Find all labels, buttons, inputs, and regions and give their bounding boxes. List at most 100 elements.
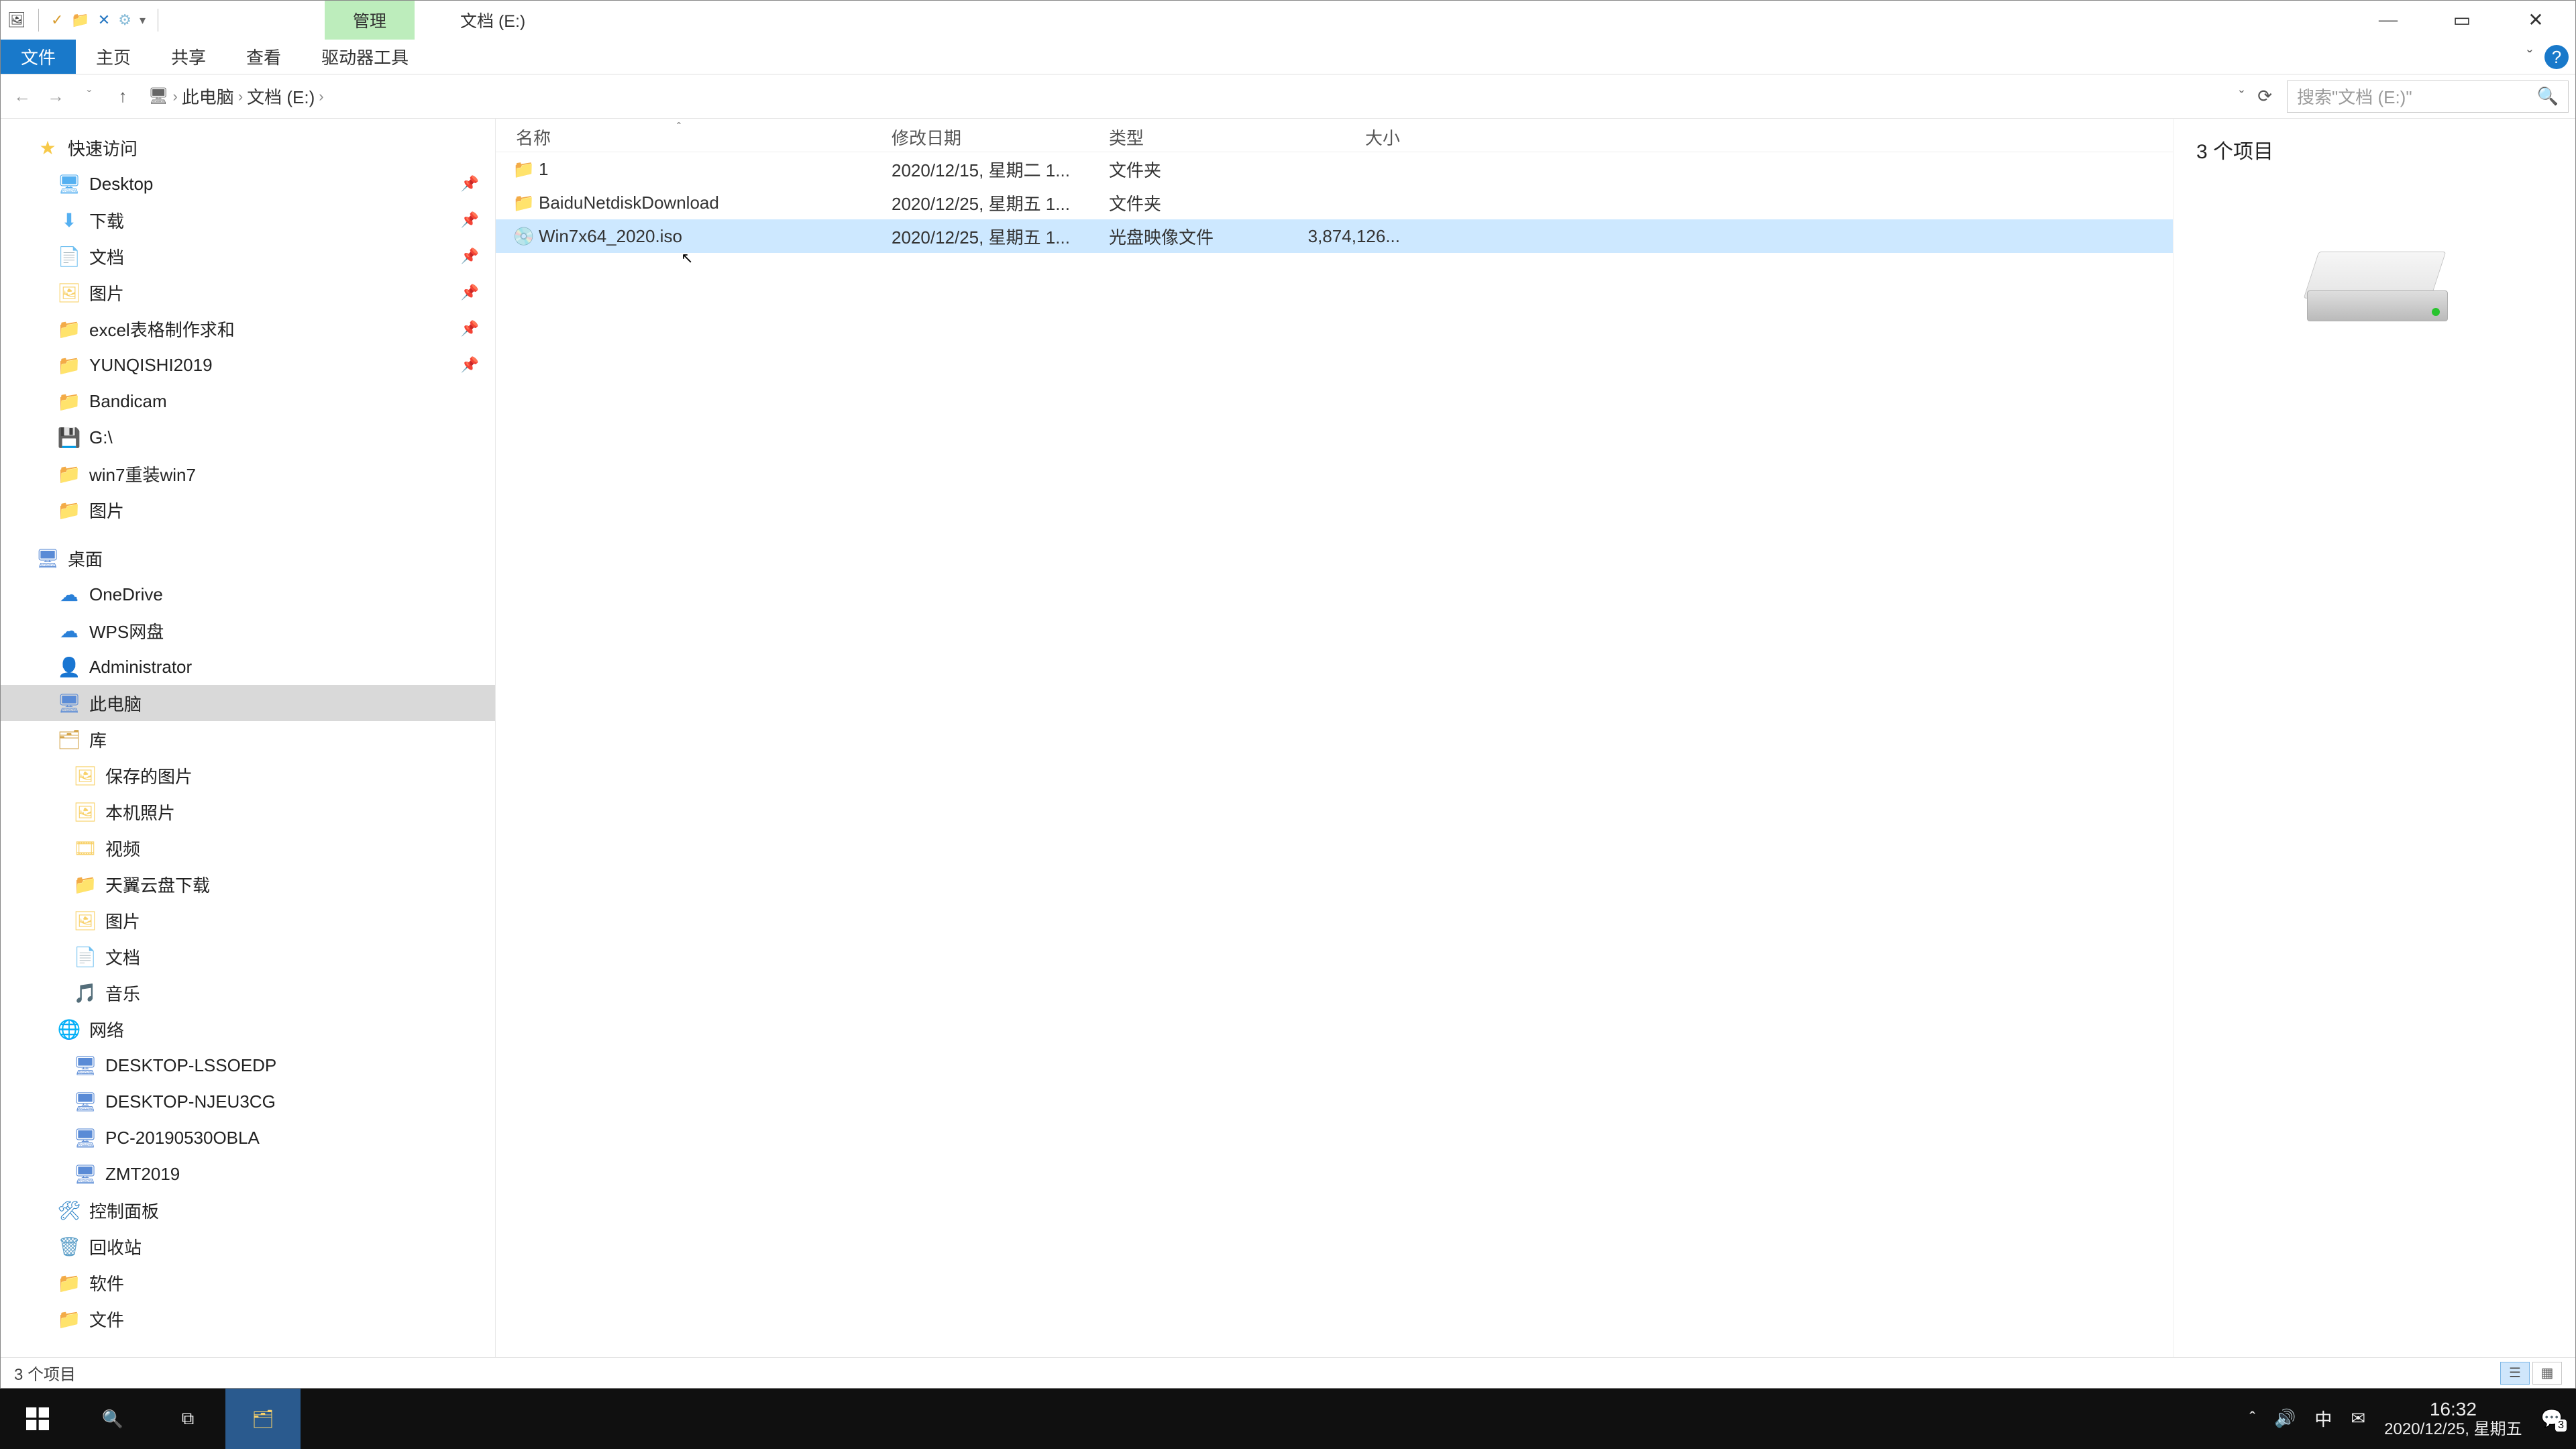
nav-pc2[interactable]: 🖥DESKTOP-NJEU3CG [1,1083,495,1120]
nav-bandicam[interactable]: 📁Bandicam [1,383,495,419]
nav-pictures2[interactable]: 📁图片 [1,492,495,528]
preview-title: 3 个项目 [2196,135,2553,164]
nav-desktop-root[interactable]: 🖥桌面 [1,540,495,576]
taskbar-explorer-button[interactable]: 🗂 [225,1389,301,1449]
close-button[interactable]: ✕ [2499,1,2573,40]
breadcrumb[interactable]: 🖥 › 此电脑 › 文档 (E:) › [142,84,2235,109]
nav-gdrive[interactable]: 💾G:\ [1,419,495,455]
nav-win7[interactable]: 📁win7重装win7 [1,455,495,492]
tray-mail-icon[interactable]: ✉ [2351,1408,2365,1429]
file-row[interactable]: 📁BaiduNetdiskDownload 2020/12/25, 星期五 1.… [496,186,2173,219]
view-details-button[interactable]: ☰ [2500,1362,2530,1385]
address-dropdown[interactable]: ˇ [2239,88,2244,105]
breadcrumb-location[interactable]: 文档 (E:) [247,84,315,109]
ribbon-context-tab[interactable]: 管理 [325,1,415,40]
pin-icon: 📌 [461,320,479,337]
tab-view[interactable]: 查看 [226,40,301,74]
qat-close-icon[interactable]: ✕ [98,11,110,29]
nav-forward-button[interactable]: → [41,86,70,107]
refresh-button[interactable]: ⟳ [2247,86,2283,107]
nav-yunqishi[interactable]: 📁YUNQISHI2019📌 [1,347,495,383]
nav-admin[interactable]: 👤Administrator [1,649,495,685]
nav-music[interactable]: 🎵音乐 [1,975,495,1011]
titlebar: 🖼 ✓ 📁 ✕ ⚙ ▾ 管理 文档 (E:) — ▭ ✕ [1,1,2575,40]
nav-this-pc[interactable]: 🖥此电脑 [1,685,495,721]
nav-network[interactable]: 🌐网络 [1,1011,495,1047]
search-input[interactable]: 搜索"文档 (E:)" 🔍 [2287,80,2569,113]
chevron-right-icon: › [238,88,243,105]
tray-sound-icon[interactable]: 🔊 [2274,1408,2296,1429]
nav-libraries[interactable]: 🗂库 [1,721,495,757]
tray-overflow-icon[interactable]: ˆ [2249,1408,2255,1429]
nav-back-button[interactable]: ← [7,86,37,107]
nav-files[interactable]: 📁文件 [1,1301,495,1337]
tab-share[interactable]: 共享 [151,40,226,74]
pin-icon: 📌 [461,284,479,301]
nav-documents3[interactable]: 📄文档 [1,938,495,975]
tab-home[interactable]: 主页 [76,40,151,74]
taskbar-taskview-button[interactable]: ⧉ [150,1389,225,1449]
nav-quick-access[interactable]: ★快速访问 [1,129,495,166]
taskbar-search-button[interactable]: 🔍 [75,1389,150,1449]
folder-icon: 📁 [516,193,539,213]
file-row[interactable]: 📁1 2020/12/15, 星期二 1... 文件夹 [496,152,2173,186]
start-button[interactable] [0,1389,75,1449]
nav-tianyi[interactable]: 📁天翼云盘下载 [1,866,495,902]
nav-pc4[interactable]: 🖥ZMT2019 [1,1156,495,1192]
system-tray[interactable]: ˆ 🔊 中 ✉ 16:32 2020/12/25, 星期五 💬3 [2249,1398,2576,1440]
nav-history-dropdown[interactable]: ˇ [74,89,104,104]
search-icon: 🔍 [2537,86,2559,107]
qat-picture-icon[interactable]: 🖼 [7,11,26,29]
nav-pc1[interactable]: 🖥DESKTOP-LSSOEDP [1,1047,495,1083]
navigation-pane[interactable]: ★快速访问 🖥Desktop📌 ⬇下载📌 📄文档📌 🖼图片📌 📁excel表格制… [1,119,496,1357]
col-name[interactable]: 名称ˆ [496,125,892,150]
status-item-count: 3 个项目 [14,1361,76,1385]
minimize-button[interactable]: — [2351,1,2425,40]
maximize-button[interactable]: ▭ [2425,1,2499,40]
pin-icon: 📌 [461,248,479,265]
nav-saved-pictures[interactable]: 🖼保存的图片 [1,757,495,794]
quick-access-toolbar: 🖼 ✓ 📁 ✕ ⚙ ▾ [1,9,162,32]
col-size[interactable]: 大小 [1289,125,1404,150]
nav-pictures3[interactable]: 🖼图片 [1,902,495,938]
taskbar-clock[interactable]: 16:32 2020/12/25, 星期五 [2384,1398,2522,1440]
col-type[interactable]: 类型 [1109,125,1289,150]
nav-pictures[interactable]: 🖼图片📌 [1,274,495,311]
nav-pc3[interactable]: 🖥PC-20190530OBLA [1,1120,495,1156]
nav-documents[interactable]: 📄文档📌 [1,238,495,274]
window-title: 文档 (E:) [460,1,525,40]
qat-folder-icon[interactable]: 📁 [71,11,89,29]
column-headers[interactable]: 名称ˆ 修改日期 类型 大小 [496,123,2173,152]
file-list[interactable]: 名称ˆ 修改日期 类型 大小 📁1 2020/12/15, 星期二 1... 文… [496,119,2173,1357]
ribbon-collapse-caret[interactable]: ˇ [2527,48,2532,66]
qat-dropdown-icon[interactable]: ▾ [140,13,146,28]
nav-wps[interactable]: ☁WPS网盘 [1,612,495,649]
tray-ime-icon[interactable]: 中 [2314,1406,2332,1431]
file-row-selected[interactable]: 💿Win7x64_2020.iso 2020/12/25, 星期五 1... 光… [496,219,2173,253]
ribbon: 文件 主页 共享 查看 驱动器工具 ˇ ? [1,40,2575,74]
nav-onedrive[interactable]: ☁OneDrive [1,576,495,612]
taskbar[interactable]: 🔍 ⧉ 🗂 ˆ 🔊 中 ✉ 16:32 2020/12/25, 星期五 💬3 [0,1389,2576,1449]
nav-videos[interactable]: 🎞视频 [1,830,495,866]
pin-icon: 📌 [461,356,479,374]
tab-drive-tools[interactable]: 驱动器工具 [301,40,429,74]
col-date[interactable]: 修改日期 [892,125,1109,150]
qat-checkbox-icon[interactable]: ✓ [51,11,63,29]
view-large-button[interactable]: ▦ [2532,1362,2562,1385]
drive-icon [2311,252,2438,325]
nav-software[interactable]: 📁软件 [1,1265,495,1301]
nav-downloads[interactable]: ⬇下载📌 [1,202,495,238]
nav-up-button[interactable]: ↑ [108,86,138,107]
nav-control-panel[interactable]: 🛠控制面板 [1,1192,495,1228]
nav-recycle-bin[interactable]: 🗑回收站 [1,1228,495,1265]
status-bar: 3 个项目 ☰ ▦ [1,1357,2575,1388]
preview-pane: 3 个项目 [2173,119,2575,1357]
nav-desktop[interactable]: 🖥Desktop📌 [1,166,495,202]
nav-excel-folder[interactable]: 📁excel表格制作求和📌 [1,311,495,347]
tray-action-center-icon[interactable]: 💬3 [2541,1408,2563,1429]
help-button[interactable]: ? [2544,45,2569,69]
breadcrumb-thispc[interactable]: 此电脑 [182,84,234,109]
nav-local-photos[interactable]: 🖼本机照片 [1,794,495,830]
tab-file[interactable]: 文件 [1,40,76,74]
qat-gear-icon[interactable]: ⚙ [118,11,131,29]
